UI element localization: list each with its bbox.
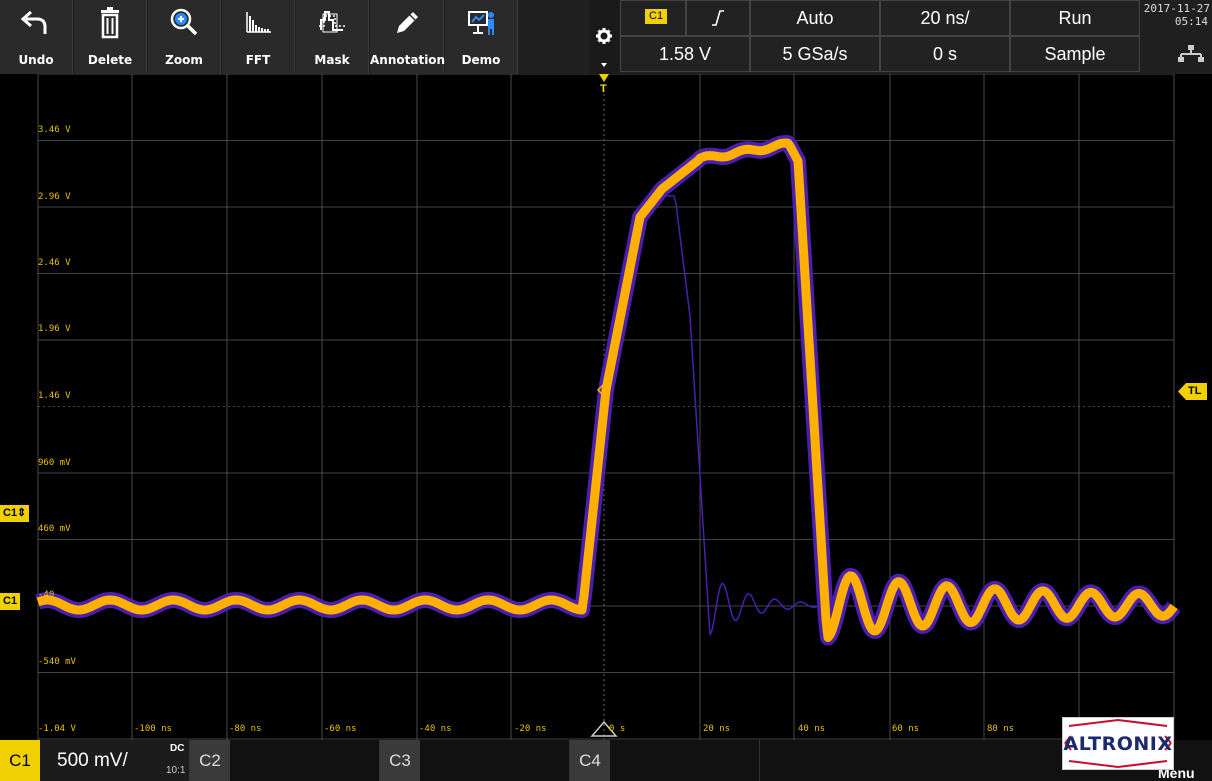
- fft-spectrum-icon: [222, 6, 294, 40]
- waveform-display[interactable]: [0, 74, 1212, 740]
- channel-1-coupling: DC: [170, 743, 185, 754]
- undo-button[interactable]: Undo: [0, 0, 73, 74]
- time-label: 0 s: [609, 724, 626, 734]
- time-label: -40 ns: [419, 724, 452, 734]
- trigger-source-cell[interactable]: C1: [620, 0, 686, 36]
- channel-1-badge: C1: [0, 740, 40, 781]
- trigger-level-cell[interactable]: 1.58 V: [620, 36, 750, 72]
- channel-1-scale: 500 mV/: [57, 750, 128, 771]
- fft-button[interactable]: FFT: [222, 0, 295, 74]
- demo-label: Demo: [461, 53, 501, 67]
- mask-button[interactable]: Mask: [296, 0, 369, 74]
- channel-4-badge: C4: [570, 740, 610, 781]
- voltage-label: 2.96 V: [38, 192, 71, 202]
- voltage-label: -40: [38, 590, 55, 600]
- gear-icon: [596, 28, 612, 67]
- trigger-mode-cell[interactable]: Auto: [750, 0, 880, 36]
- zoom-label: Zoom: [165, 53, 203, 67]
- voltage-label: -540 mV: [38, 657, 76, 667]
- zoom-plus-icon: [148, 6, 220, 40]
- annotation-label: Annotation: [370, 53, 446, 67]
- timebase-cell[interactable]: 20 ns/: [880, 0, 1010, 36]
- settings-gear-button[interactable]: [590, 0, 619, 74]
- time-label: 40 ns: [798, 724, 826, 734]
- channel-3-badge: C3: [380, 740, 420, 781]
- channel-1-probe: 10:1: [166, 765, 186, 776]
- voltage-label: 3.46 V: [38, 125, 71, 135]
- voltage-label: 2.46 V: [38, 258, 71, 268]
- zoom-button[interactable]: Zoom: [148, 0, 221, 74]
- top-toolbar: Undo Delete Zoom FFT Mask Annotation Dem…: [0, 0, 1212, 74]
- logo-text: ALTRONIX: [1063, 733, 1173, 755]
- voltage-label: -1.04 V: [38, 724, 76, 734]
- run-state-cell[interactable]: Run: [1010, 0, 1140, 36]
- undo-label: Undo: [18, 53, 54, 67]
- delete-label: Delete: [87, 53, 133, 67]
- pencil-icon: [370, 6, 443, 40]
- mask-icon: [296, 6, 368, 40]
- horizontal-position-cell[interactable]: 0 s: [880, 36, 1010, 72]
- trash-icon: [74, 6, 146, 40]
- trigger-position-marker[interactable]: [599, 74, 609, 82]
- demo-button[interactable]: Demo: [445, 0, 518, 74]
- date-text: 2017-11-27: [1143, 2, 1210, 15]
- voltage-label: 960 mV: [38, 458, 71, 468]
- undo-arrow-icon: [0, 6, 72, 40]
- channel-bar: C1 500 mV/ DC 10:1 C2 C3 C4 Menu: [0, 740, 1212, 781]
- delete-button[interactable]: Delete: [74, 0, 147, 74]
- rising-edge-icon: [712, 10, 724, 26]
- time-label: -100 ns: [134, 724, 172, 734]
- annotation-button[interactable]: Annotation: [370, 0, 446, 74]
- channel-offset-marker[interactable]: C1⇕: [0, 505, 30, 522]
- acquisition-mode-cell[interactable]: Sample: [1010, 36, 1140, 72]
- mask-label: Mask: [314, 53, 350, 67]
- time-label: -20 ns: [514, 724, 547, 734]
- channel-2-tab[interactable]: C2: [190, 740, 380, 781]
- voltage-label: 1.96 V: [38, 324, 71, 334]
- time-label: 80 ns: [987, 724, 1015, 734]
- trigger-position-label: T: [600, 83, 607, 95]
- channel-1-tab[interactable]: C1 500 mV/ DC 10:1: [0, 740, 190, 781]
- time-label: -60 ns: [324, 724, 357, 734]
- sample-rate-cell[interactable]: 5 GSa/s: [750, 36, 880, 72]
- channel-ground-marker[interactable]: C1: [0, 593, 21, 610]
- channel-3-tab[interactable]: C3: [380, 740, 570, 781]
- channel-4-tab[interactable]: C4: [570, 740, 760, 781]
- time-label: -80 ns: [229, 724, 262, 734]
- presenter-icon: [445, 6, 517, 40]
- network-icon: [1178, 45, 1204, 62]
- fft-label: FFT: [245, 53, 271, 67]
- time-text: 05:14: [1174, 15, 1208, 28]
- datetime-display: 2017-11-27 05:14: [1140, 0, 1212, 36]
- voltage-label: 460 mV: [38, 524, 71, 534]
- trigger-source-badge: C1: [645, 9, 668, 24]
- channel-1-trace: [35, 138, 1178, 642]
- voltage-label: 1.46 V: [38, 391, 71, 401]
- altronix-logo: ALTRONIX: [1062, 717, 1174, 770]
- time-label: 20 ns: [703, 724, 731, 734]
- trigger-slope-cell[interactable]: [686, 0, 750, 36]
- time-label: 60 ns: [892, 724, 920, 734]
- channel-2-badge: C2: [190, 740, 230, 781]
